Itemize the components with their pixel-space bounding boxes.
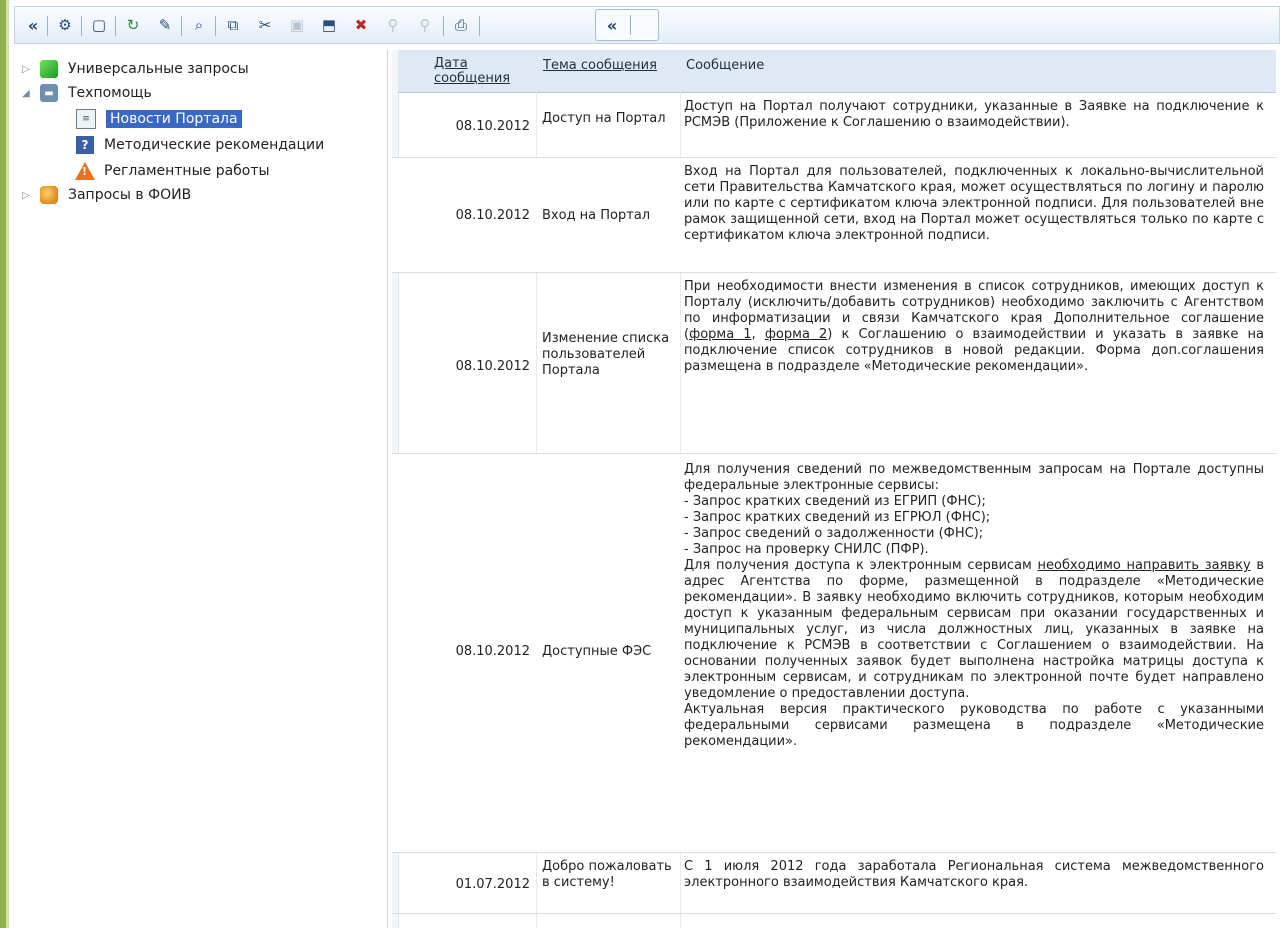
cell-topic: Доступные ФЭС (542, 644, 652, 659)
toolbar-separator (479, 16, 480, 36)
unlink-icon[interactable]: ⚲ (413, 13, 437, 37)
expand-arrow-icon[interactable]: ▷ (22, 64, 34, 75)
table-row[interactable]: 08.10.2012 Вход на Портал Вход на Портал… (392, 158, 1276, 273)
toolbar-separator (630, 15, 631, 35)
collapse-grid-button[interactable]: « (600, 13, 624, 37)
truck-icon: ▬ (40, 84, 58, 102)
send-request-link[interactable]: необходимо направить заявку (1038, 558, 1251, 573)
print-icon[interactable]: ⎙ (449, 13, 473, 37)
tree-item-foiv-requests[interactable]: ▷ Запросы в ФОИВ (22, 184, 191, 206)
cell-message: При необходимости внести изменения в спи… (684, 279, 1264, 375)
tree-item-methodical-recommendations[interactable]: ? Методические рекомендации (76, 134, 324, 156)
message-text: , (751, 327, 765, 342)
table-row[interactable]: 08.10.2012 Доступные ФЭС Для получения с… (392, 454, 1276, 853)
cell-topic: Вход на Портал (542, 208, 651, 223)
tree-item-label: Новости Портала (106, 110, 242, 128)
toolbar-separator (215, 16, 216, 36)
cell-date: 08.10.2012 (455, 119, 530, 134)
cell-date: 08.10.2012 (455, 208, 530, 223)
tree-item-label: Запросы в ФОИВ (68, 187, 192, 203)
grid-header: Дата сообщения Тема сообщения Сообщение (398, 50, 1276, 93)
table-row[interactable]: 01.07.2012 Добро пожаловать в систему! С… (392, 853, 1276, 914)
globe-icon (40, 186, 58, 204)
edit-icon[interactable]: ✎ (153, 13, 177, 37)
paste-icon[interactable]: ▣ (285, 13, 309, 37)
toolbar-separator (443, 16, 444, 36)
cell-date: 01.07.2012 (455, 877, 530, 892)
tree-item-label: Регламентные работы (104, 163, 270, 179)
toolbar-separator (181, 16, 182, 36)
delete-icon[interactable]: ✖ (349, 13, 373, 37)
tree-item-universal-requests[interactable]: ▷ Универсальные запросы (22, 58, 249, 80)
tree-item-tech-help[interactable]: ◢ ▬ Техпомощь (22, 82, 152, 104)
expand-arrow-icon[interactable]: ▷ (22, 190, 34, 201)
copy-icon[interactable]: ⧉ (221, 13, 245, 37)
cut-icon[interactable]: ✂ (253, 13, 277, 37)
navigation-tree: ▷ Универсальные запросы ◢ ▬ Техпомощь ≡ … (14, 50, 388, 928)
collapse-arrow-icon[interactable]: ◢ (22, 88, 34, 99)
column-header-topic[interactable]: Тема сообщения (543, 58, 657, 73)
cell-message: Доступ на Портал получают сотрудники, ук… (684, 99, 1264, 130)
collapse-panel-button[interactable]: « (21, 13, 45, 37)
column-header-date[interactable]: Дата сообщения (434, 56, 534, 86)
cell-date: 08.10.2012 (455, 359, 530, 374)
cell-topic: Доступ на Портал (542, 111, 666, 126)
window-edge-highlight (6, 0, 9, 928)
tree-item-label: Техпомощь (68, 85, 152, 101)
toolbar-separator (81, 16, 82, 36)
search-icon[interactable]: ⌕ (187, 13, 211, 37)
tree-item-label: Методические рекомендации (104, 137, 325, 153)
properties-icon[interactable]: ⚙ (53, 13, 77, 37)
warning-icon: ! (75, 162, 95, 180)
help-icon: ? (76, 136, 94, 154)
cell-message: Для получения сведений по межведомственн… (684, 462, 1264, 750)
form-1-link[interactable]: форма 1 (689, 327, 751, 342)
table-row[interactable]: 08.10.2012 Изменение списка пользователе… (392, 273, 1276, 454)
toolbar-separator (115, 16, 116, 36)
cell-topic: Изменение списка пользователей Портала (542, 331, 670, 378)
new-document-icon[interactable]: ▢ (87, 13, 111, 37)
refresh-icon[interactable]: ↻ (121, 13, 145, 37)
toolbar: « ⚙ ▢ ↻ ✎ ⌕ ⧉ ✂ ▣ ⬒ ✖ ⚲ ⚲ ⎙ « (14, 6, 1280, 44)
cell-date: 08.10.2012 (455, 644, 530, 659)
news-grid: Дата сообщения Тема сообщения Сообщение … (392, 50, 1280, 928)
secondary-toolbar: « (595, 9, 659, 41)
tree-item-label: Универсальные запросы (68, 61, 249, 77)
message-text: Для получения сведений по межведомственн… (684, 462, 1264, 573)
cell-message: Вход на Портал для пользователей, подклю… (684, 164, 1264, 243)
toolbar-separator (47, 16, 48, 36)
message-text: в адрес Агентства по форме, размещенной … (684, 558, 1265, 749)
cube-icon (40, 60, 58, 78)
link-icon[interactable]: ⚲ (381, 13, 405, 37)
document-icon: ≡ (76, 109, 96, 129)
column-header-message[interactable]: Сообщение (686, 58, 764, 73)
table-row[interactable]: 08.10.2012 Доступ на Портал Доступ на По… (392, 93, 1276, 158)
export-icon[interactable]: ⬒ (317, 13, 341, 37)
form-2-link[interactable]: форма 2 (765, 327, 827, 342)
cell-message: С 1 июля 2012 года заработала Региональн… (684, 859, 1264, 890)
cell-topic: Добро пожаловать в систему! (542, 859, 672, 890)
tree-item-maintenance[interactable]: ! Регламентные работы (75, 160, 270, 182)
tree-item-portal-news[interactable]: ≡ Новости Портала (76, 108, 242, 130)
